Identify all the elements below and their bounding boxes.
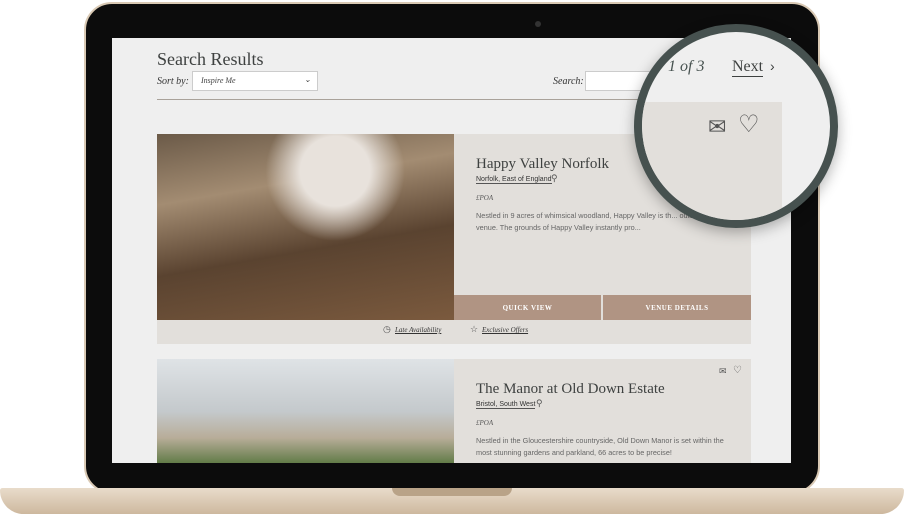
next-page-link[interactable]: Next [732,58,764,77]
venue-details-button[interactable]: VENUE DETAILS [603,295,751,320]
exclusive-offers-link[interactable]: Exclusive Offers [482,326,528,334]
page-indicator: 1 of 3 [668,58,705,75]
chevron-down-icon: ⌄ [304,75,311,84]
chevron-right-icon[interactable]: › [770,58,775,74]
venue-name[interactable]: The Manor at Old Down Estate [476,381,665,398]
venue-price: £POA [476,194,494,202]
sort-value: Inspire Me [201,76,236,85]
venue-price: £POA [476,419,494,427]
venue-card: ✉ ♡ The Manor at Old Down Estate Bristol… [157,359,751,463]
venue-location[interactable]: Bristol, South West [476,401,536,409]
mail-icon[interactable]: ✉ [719,366,727,377]
heart-icon[interactable]: ♡ [733,365,742,376]
location-pin-icon: ⚲ [551,173,558,183]
camera [535,21,541,27]
search-label: Search: [553,76,584,87]
mail-icon[interactable]: ✉ [708,114,726,140]
sort-label: Sort by: [157,76,189,87]
venue-image[interactable] [157,359,454,463]
clock-icon: ◷ [383,324,391,334]
venue-location[interactable]: Norfolk, East of England [476,176,552,184]
star-icon: ☆ [470,324,479,334]
location-pin-icon: ⚲ [536,398,543,408]
quick-view-button[interactable]: QUICK VIEW [454,295,601,320]
venue-name[interactable]: Happy Valley Norfolk [476,156,609,173]
magnifier: 1 of 3 Next › ✉ ♡ [634,24,838,228]
venue-description: Nestled in the Gloucestershire countrysi… [476,436,724,457]
laptop-notch [392,488,512,496]
page-title: Search Results [157,49,264,69]
late-availability-link[interactable]: Late Availability [395,326,441,334]
sort-select[interactable]: Inspire Me ⌄ [192,71,318,91]
heart-icon[interactable]: ♡ [738,110,760,139]
venue-image[interactable] [157,134,454,320]
